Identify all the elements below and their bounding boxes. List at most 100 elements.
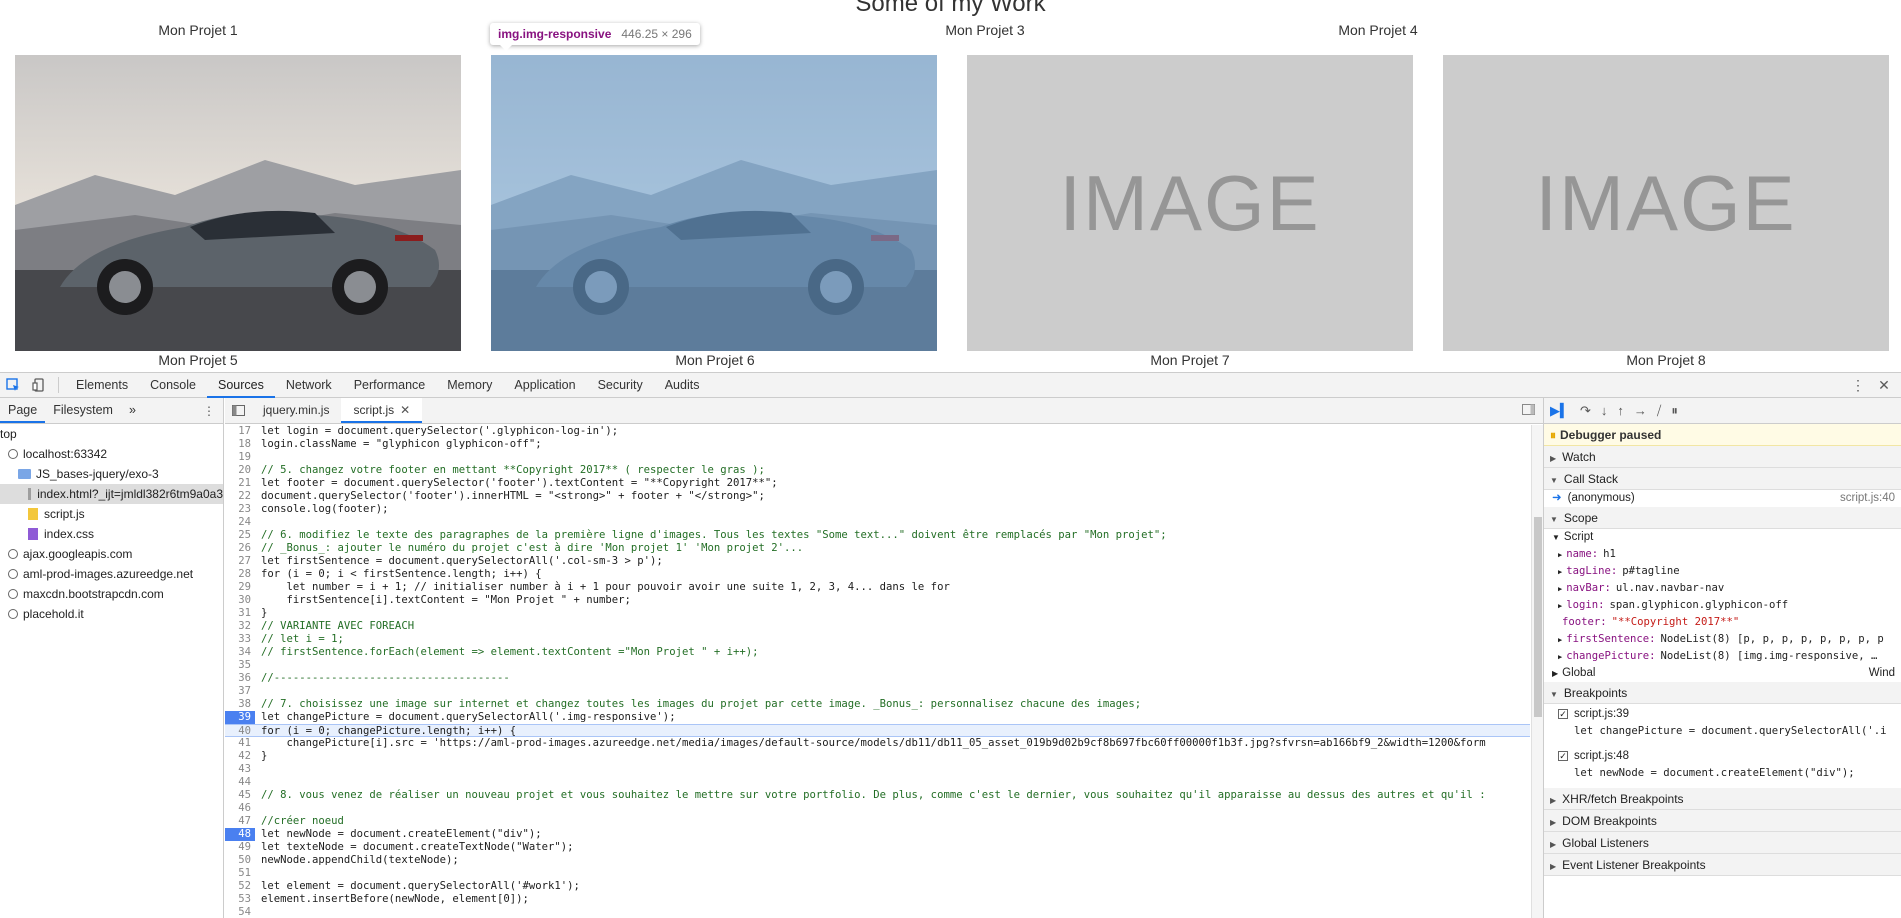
editor-scrollbar[interactable] <box>1531 425 1543 918</box>
line-number[interactable]: 44 <box>225 776 255 789</box>
tree-item[interactable]: script.js <box>0 504 223 524</box>
line-number[interactable]: 53 <box>225 893 255 906</box>
scope-variable[interactable]: ▶ navBar: ul.nav.navbar-nav <box>1544 580 1901 597</box>
breakpoint-marker[interactable]: 39 <box>225 711 255 724</box>
breakpoint-marker[interactable]: 48 <box>225 828 255 841</box>
line-number[interactable]: 18 <box>225 438 255 451</box>
scrollbar-thumb[interactable] <box>1534 517 1542 717</box>
line-number[interactable]: 31 <box>225 607 255 620</box>
xhr-breakpoints-header[interactable]: ▶ XHR/fetch Breakpoints <box>1544 788 1901 810</box>
tree-item[interactable]: placehold.it <box>0 604 223 624</box>
line-number[interactable]: 30 <box>225 594 255 607</box>
breakpoint-item[interactable]: ✓ script.js:39 let changePicture = documen… <box>1544 704 1901 746</box>
line-number[interactable]: 21 <box>225 477 255 490</box>
project-image-placeholder-4[interactable]: IMAGE <box>1443 55 1889 351</box>
scope-variable[interactable]: ▶ changePicture: NodeList(8) [img.img-resp… <box>1544 648 1901 665</box>
line-number[interactable]: 43 <box>225 763 255 776</box>
line-number[interactable]: 38 <box>225 698 255 711</box>
tree-item[interactable]: index.css <box>0 524 223 544</box>
line-number[interactable]: 54 <box>225 906 255 918</box>
code-view[interactable]: 17 let login = document.querySelector('.g… <box>225 425 1530 918</box>
line-number[interactable]: 29 <box>225 581 255 594</box>
tree-item[interactable]: index.html?_ijt=jmldl382r6tm9a0a3 <box>0 484 223 504</box>
global-listeners-header[interactable]: ▶ Global Listeners <box>1544 832 1901 854</box>
breakpoint-item[interactable]: ✓ script.js:48 let newNode = document.crea… <box>1544 746 1901 788</box>
line-number[interactable]: 19 <box>225 451 255 464</box>
pause-on-exceptions-icon[interactable]: ⏸ <box>1671 403 1678 419</box>
editor-tab-script[interactable]: script.js ✕ <box>341 398 423 423</box>
event-listener-breakpoints-header[interactable]: ▶ Event Listener Breakpoints <box>1544 854 1901 876</box>
kebab-menu-icon[interactable]: ⋮ <box>1845 374 1871 398</box>
inspect-element-icon[interactable] <box>0 373 26 397</box>
line-number[interactable]: 27 <box>225 555 255 568</box>
scope-global[interactable]: ▶ Global Wind <box>1544 665 1901 682</box>
call-stack-header[interactable]: ▼ Call Stack <box>1544 468 1901 490</box>
line-number[interactable]: 42 <box>225 750 255 763</box>
line-number[interactable]: 17 <box>225 425 255 438</box>
line-number[interactable]: 50 <box>225 854 255 867</box>
line-number[interactable]: 22 <box>225 490 255 503</box>
breakpoint-checkbox[interactable]: ✓ <box>1558 709 1568 719</box>
deactivate-breakpoints-icon[interactable]: ⧸ <box>1657 403 1661 419</box>
tab-console[interactable]: Console <box>139 373 207 398</box>
tree-item[interactable]: ajax.googleapis.com <box>0 544 223 564</box>
line-number[interactable]: 40 <box>225 725 255 737</box>
project-image-car-1[interactable] <box>15 55 461 351</box>
line-number[interactable]: 32 <box>225 620 255 633</box>
line-number[interactable]: 45 <box>225 789 255 802</box>
tree-item[interactable]: localhost:63342 <box>0 444 223 464</box>
tab-elements[interactable]: Elements <box>65 373 139 398</box>
project-image-car-2[interactable] <box>491 55 937 351</box>
device-toolbar-icon[interactable] <box>26 373 52 397</box>
line-number[interactable]: 46 <box>225 802 255 815</box>
editor-tab-jquery[interactable]: jquery.min.js <box>251 398 341 423</box>
step-icon[interactable]: → <box>1634 403 1647 418</box>
line-number[interactable]: 35 <box>225 659 255 672</box>
line-number[interactable]: 37 <box>225 685 255 698</box>
more-tabs-icon[interactable]: » <box>121 398 144 423</box>
line-number[interactable]: 36 <box>225 672 255 685</box>
line-number[interactable]: 26 <box>225 542 255 555</box>
tab-memory[interactable]: Memory <box>436 373 503 398</box>
scope-variable[interactable]: ▶ tagLine: p#tagline <box>1544 563 1901 580</box>
line-number[interactable]: 52 <box>225 880 255 893</box>
line-number[interactable]: 24 <box>225 516 255 529</box>
tab-security[interactable]: Security <box>587 373 654 398</box>
tab-performance[interactable]: Performance <box>343 373 437 398</box>
tree-item[interactable]: JS_bases-jquery/exo-3 <box>0 464 223 484</box>
watch-header[interactable]: ▶ Watch <box>1544 446 1901 468</box>
tab-sources[interactable]: Sources <box>206 373 275 398</box>
scope-variable[interactable]: ▶ firstSentence: NodeList(8) [p, p, p, p, … <box>1544 631 1901 648</box>
line-number[interactable]: 23 <box>225 503 255 516</box>
close-icon[interactable]: ✕ <box>1871 374 1897 398</box>
line-number[interactable]: 25 <box>225 529 255 542</box>
toggle-navigator-icon[interactable] <box>225 399 251 423</box>
scope-variable[interactable]: ▶ login: span.glyphicon.glyphicon-off <box>1544 597 1901 614</box>
line-number[interactable]: 47 <box>225 815 255 828</box>
scope-script[interactable]: ▼ Script <box>1544 529 1901 546</box>
close-tab-icon[interactable]: ✕ <box>400 403 410 417</box>
toggle-debugger-icon[interactable] <box>1522 403 1543 418</box>
tree-item[interactable]: top <box>0 424 223 444</box>
line-number[interactable]: 28 <box>225 568 255 581</box>
tree-item[interactable]: aml-prod-images.azureedge.net <box>0 564 223 584</box>
breakpoint-checkbox[interactable]: ✓ <box>1558 751 1568 761</box>
tab-network[interactable]: Network <box>275 373 343 398</box>
resume-icon[interactable]: ▶▍ <box>1550 403 1570 419</box>
scope-variable[interactable]: ▶ name: h1 <box>1544 546 1901 563</box>
project-image-placeholder-3[interactable]: IMAGE <box>967 55 1413 351</box>
line-number[interactable]: 51 <box>225 867 255 880</box>
line-number[interactable]: 41 <box>225 737 255 750</box>
tab-application[interactable]: Application <box>503 373 586 398</box>
breakpoints-header[interactable]: ▼ Breakpoints <box>1544 682 1901 704</box>
navigator-menu-icon[interactable]: ⋮ <box>203 404 223 418</box>
tree-item[interactable]: maxcdn.bootstrapcdn.com <box>0 584 223 604</box>
step-out-icon[interactable]: ↑ <box>1617 403 1624 418</box>
line-number[interactable]: 20 <box>225 464 255 477</box>
step-into-icon[interactable]: ↓ <box>1601 403 1608 418</box>
scope-header[interactable]: ▼ Scope <box>1544 507 1901 529</box>
line-number[interactable]: 49 <box>225 841 255 854</box>
line-number[interactable]: 33 <box>225 633 255 646</box>
tab-audits[interactable]: Audits <box>654 373 711 398</box>
step-over-icon[interactable]: ↷ <box>1580 403 1591 419</box>
